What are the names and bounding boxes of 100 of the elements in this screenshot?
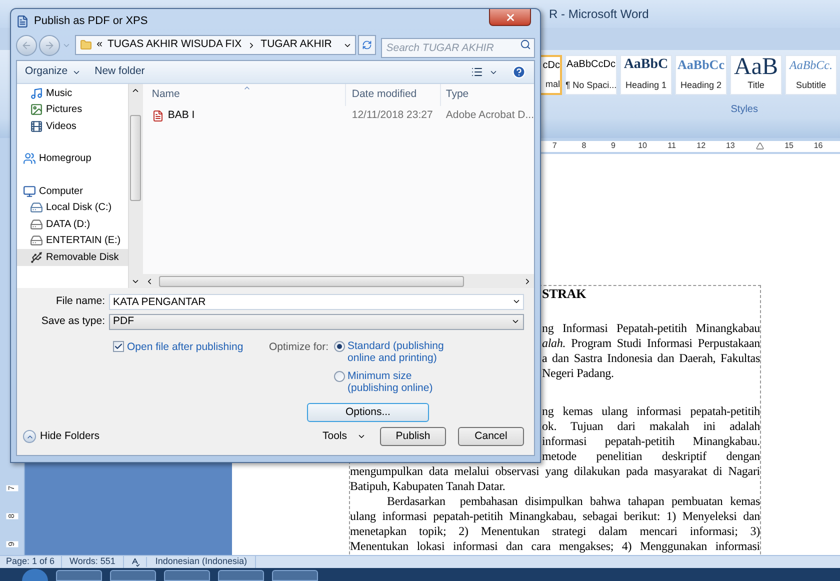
drive-icon — [30, 201, 43, 214]
close-icon — [504, 12, 516, 22]
ruler-number: 7 — [551, 140, 558, 152]
breadcrumb-overflow[interactable]: « — [96, 37, 102, 53]
document-text-line: menetapkan topik; 2) Menentukan strategi dalam mencari informasi; 3) — [350, 524, 760, 539]
taskbar-button[interactable] — [218, 570, 264, 581]
file-date: 12/11/2018 23:27 — [350, 108, 434, 124]
ruler-number: 9 — [610, 140, 616, 152]
breadcrumb-item[interactable]: TUGAR AKHIR — [260, 37, 332, 53]
nav-item[interactable]: DATA (D:) — [17, 216, 128, 232]
checkbox-label[interactable]: Open file after publishing — [127, 340, 244, 356]
proofing-icon[interactable] — [130, 557, 140, 567]
field-label: File name: — [54, 294, 106, 309]
nav-item[interactable]: Music — [17, 85, 128, 102]
computer-icon — [23, 184, 36, 198]
file-row[interactable]: BAB I 12/11/2018 23:27 Adobe Acrobat D... — [142, 106, 534, 126]
taskbar-button[interactable] — [272, 570, 318, 581]
document-text-line: informasi pepatah-petitih Minangkabau. — [542, 434, 760, 449]
dialog-button[interactable]: Publish — [380, 427, 446, 446]
nav-item[interactable]: Videos — [17, 118, 128, 134]
dialog-title: Publish as PDF or XPS — [34, 14, 148, 29]
ruler-number: 16 — [812, 140, 824, 152]
back-button[interactable] — [16, 34, 37, 56]
document-text-line: ng Informasi Pepatah-petitih Minangkabau — [542, 321, 760, 336]
document-text-line: mengumpulkan data melalui observasi yang dilakukan pada masyarakat di Nagari — [350, 464, 760, 479]
taskbar-button[interactable] — [56, 570, 102, 581]
nav-item[interactable]: Computer — [17, 183, 128, 200]
search-field[interactable]: Search TUGAR AKHIR — [381, 38, 535, 58]
caret-icon — [357, 432, 366, 441]
drive-icon — [30, 218, 43, 231]
nav-item[interactable]: ENTERTAIN (E:) — [17, 232, 128, 249]
tools-button[interactable]: Tools — [322, 428, 366, 444]
address-bar[interactable]: « TUGAS AKHIR WISUDA FIX TUGAR AKHIR — [74, 35, 356, 55]
people-icon — [23, 152, 36, 166]
ruler-number: 12 — [696, 140, 707, 152]
file-name-field[interactable]: KATA PENGANTAR — [109, 294, 524, 310]
radio-button[interactable] — [334, 341, 345, 352]
document-text-line: ulang informasi pepatah-petitih Minangkabau, sebagai berikut: 1) Menyeleksi dan — [350, 509, 760, 524]
nav-item[interactable]: Local Disk (C:) — [17, 200, 128, 216]
window-title: R - Microsoft Word — [549, 6, 649, 23]
music-icon — [30, 86, 43, 100]
nav-item[interactable]: Pictures — [17, 102, 128, 118]
document-heading: STRAK — [542, 286, 588, 301]
scroll-up-icon — [131, 86, 140, 95]
organize-button[interactable]: Organize — [25, 64, 81, 80]
hide-folders-button[interactable]: Hide Folders — [23, 428, 100, 444]
ruler-number: 15 — [784, 140, 794, 152]
dialog-button[interactable]: Cancel — [458, 427, 524, 446]
column-header[interactable]: Name — [142, 84, 346, 106]
radio-label[interactable]: Minimum size (publishing online) — [348, 370, 433, 394]
search-icon[interactable] — [520, 39, 531, 50]
scrollbar-thumb[interactable] — [158, 276, 464, 286]
optimize-label: Optimize for: — [269, 340, 330, 355]
column-header[interactable]: Date modified — [346, 84, 441, 106]
scrollbar-thumb[interactable] — [130, 115, 142, 201]
file-type: Adobe Acrobat D... — [444, 108, 534, 124]
refresh-button[interactable] — [358, 35, 376, 55]
radio-button[interactable] — [334, 371, 345, 382]
collapse-icon — [23, 430, 36, 443]
nav-item[interactable]: Removable Disk — [17, 249, 128, 266]
close-button[interactable] — [489, 9, 531, 26]
document-text-line: Batipuh, Kabupaten Tanah Datar. — [350, 479, 506, 494]
document-text-line: alah. Program Studi Informasi Perpustakaan — [542, 336, 760, 351]
document-text-line: Menentukan lokasi informasi dan cara mengakses; 4) Menggunakan informasi — [350, 539, 760, 554]
style-gallery-item[interactable]: AaB Title — [730, 55, 782, 95]
vertical-scrollbar[interactable] — [128, 84, 143, 288]
file-name: BAB I — [168, 108, 195, 124]
style-gallery-item[interactable]: AaBbCc Heading 2 — [675, 55, 727, 95]
checkbox[interactable] — [113, 341, 124, 352]
picture-icon — [30, 103, 43, 116]
style-gallery-item[interactable]: AaBbCc. Subtitle — [785, 55, 837, 95]
start-button[interactable] — [22, 569, 48, 581]
indent-marker-icon[interactable] — [756, 142, 764, 150]
ruler-number: 10 — [637, 140, 648, 152]
forward-button[interactable] — [38, 34, 60, 56]
help-icon[interactable] — [512, 65, 526, 79]
ruler-number: 11 — [666, 140, 677, 152]
style-gallery-item[interactable]: AaBbCcDc ¶ No Spaci... — [565, 55, 617, 95]
usb-drive-icon — [30, 250, 43, 264]
radio-label[interactable]: Standard (publishing online and printing) — [348, 340, 444, 364]
scroll-right-icon — [523, 276, 532, 286]
folder-icon — [80, 39, 92, 51]
horizontal-scrollbar[interactable] — [142, 274, 534, 288]
new-folder-button[interactable]: New folder — [94, 64, 145, 80]
scroll-down-icon — [131, 277, 140, 286]
back-icon — [20, 40, 32, 50]
document-text-line: metode penelitian deskriptif dengan — [542, 449, 760, 464]
field-label: Save as type: — [40, 314, 106, 329]
style-gallery-item[interactable]: AaBbC Heading 1 — [620, 55, 672, 95]
nav-item[interactable]: Homegroup — [17, 150, 128, 167]
taskbar-button[interactable] — [164, 570, 210, 581]
document-text-line: ng kemas ulang informasi pepatah-petitih — [542, 404, 760, 419]
drive-icon — [30, 234, 43, 248]
breadcrumb-item[interactable]: TUGAS AKHIR WISUDA FIX — [107, 37, 242, 53]
forward-icon — [44, 40, 55, 50]
document-text-line: Negeri Padang. — [542, 366, 615, 381]
save-type-dropdown[interactable]: PDF — [109, 314, 524, 330]
options-button[interactable]: Options... — [307, 403, 429, 422]
dropdown-caret-icon — [511, 317, 520, 326]
ruler-number: 8 — [580, 140, 588, 152]
